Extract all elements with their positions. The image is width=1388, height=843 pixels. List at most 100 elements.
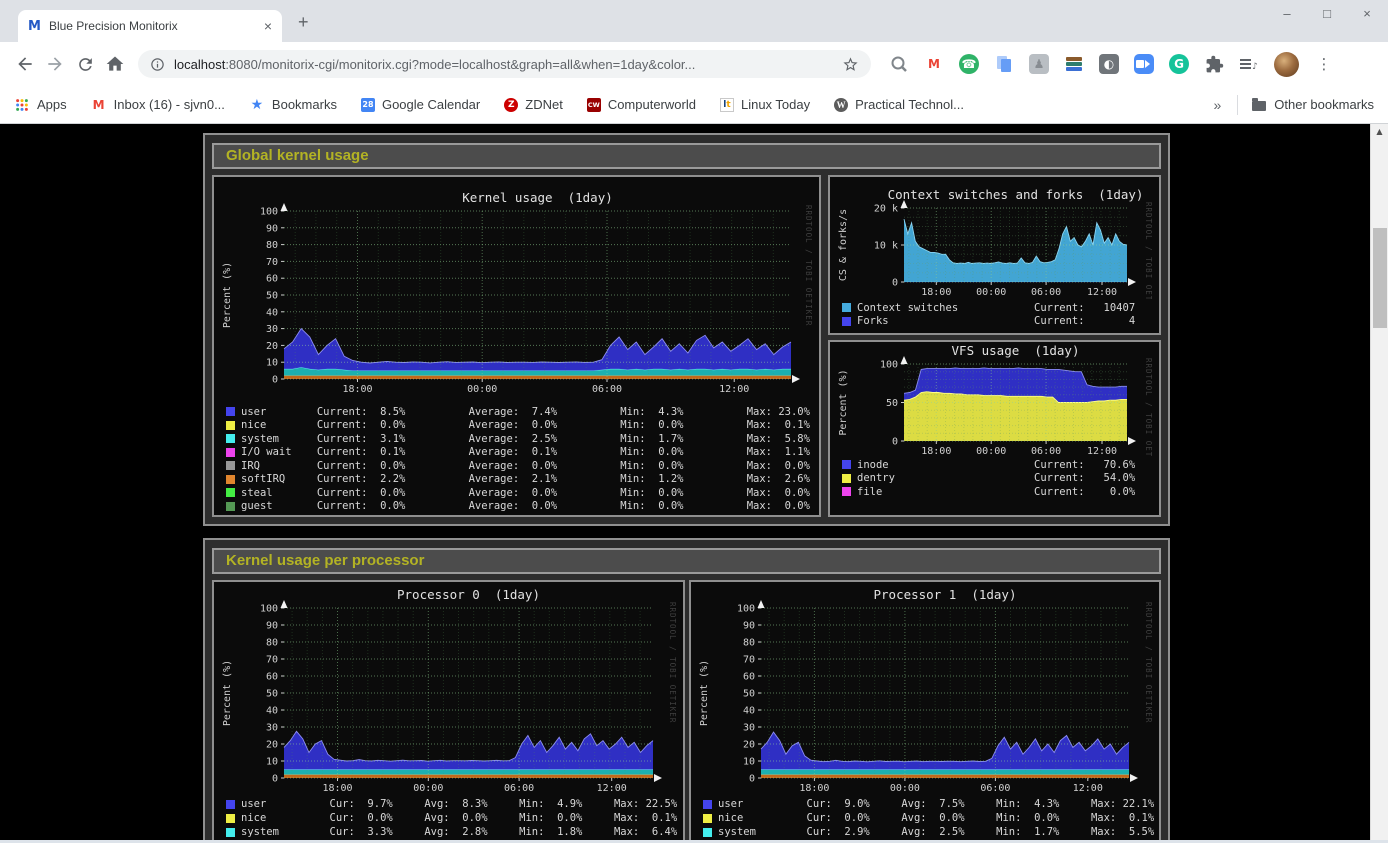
kernel-usage-graph[interactable]: 010203040506070809010018:0000:0006:0012:…	[212, 175, 821, 517]
legend-swatch	[703, 828, 712, 837]
processor-1-graph[interactable]: 010203040506070809010018:0000:0006:0012:…	[689, 580, 1161, 843]
voice-extension-icon[interactable]: ☎	[959, 54, 979, 74]
bookmark-label: ZDNet	[525, 97, 563, 112]
svg-text:0: 0	[892, 437, 898, 448]
vfs-usage-graph[interactable]: 05010018:0000:0006:0012:00VFS usage (1da…	[828, 340, 1161, 517]
scrollbar[interactable]: ▲	[1370, 124, 1388, 843]
svg-text:20: 20	[266, 740, 278, 751]
svg-text:Processor 0 (1day): Processor 0 (1day)	[397, 587, 540, 602]
legend-row: I/O wait Current: 0.1% Average: 0.1% Min…	[226, 446, 819, 460]
bookmark-apps[interactable]: Apps	[14, 97, 67, 113]
home-button[interactable]	[100, 49, 130, 79]
proc1-graph-image[interactable]: 010203040506070809010018:0000:0006:0012:…	[691, 582, 1159, 795]
window-close-button[interactable]: ×	[1360, 6, 1374, 21]
grammarly-extension-icon[interactable]: G	[1169, 54, 1189, 74]
svg-text:80: 80	[266, 240, 278, 251]
processor-0-graph[interactable]: 010203040506070809010018:0000:0006:0012:…	[212, 580, 685, 843]
svg-text:10 k: 10 k	[874, 241, 898, 252]
bookmark-zdnet[interactable]: ZZDNet	[504, 97, 563, 112]
browser-menu-icon[interactable]: ⋮	[1314, 54, 1334, 74]
svg-text:70: 70	[266, 257, 278, 268]
tab-close-icon[interactable]: ×	[264, 18, 272, 34]
bookmark-label: Apps	[37, 97, 67, 112]
url-path: :8080/monitorix-cgi/monitorix.cgi?mode=l…	[225, 57, 695, 72]
context-legend: Context switches Current: 10407Forks Cur…	[830, 301, 1159, 328]
night-mode-extension-icon[interactable]: ◐	[1099, 54, 1119, 74]
kernel-graph-image[interactable]: 010203040506070809010018:0000:0006:0012:…	[214, 177, 819, 403]
new-tab-button[interactable]: +	[298, 12, 309, 33]
reading-list-extension-icon[interactable]: ♪	[1239, 54, 1259, 74]
extensions-puzzle-icon[interactable]	[1204, 54, 1224, 74]
section-header-global: Global kernel usage	[212, 143, 1161, 169]
browser-tab[interactable]: M Blue Precision Monitorix ×	[18, 10, 282, 42]
svg-text:RRDTOOL / TOBI OETIKER: RRDTOOL / TOBI OETIKER	[1144, 202, 1153, 299]
search-extension-icon[interactable]	[889, 54, 909, 74]
bookmark-linux-today[interactable]: ltLinux Today	[720, 97, 810, 112]
bookmark-bookmarks[interactable]: ★ Bookmarks	[249, 97, 337, 113]
page-content: Global kernel usage 01020304050607080901…	[0, 124, 1388, 843]
books-extension-icon[interactable]	[1064, 54, 1084, 74]
proc1-legend: user Cur: 9.0% Avg: 7.5% Min: 4.3% Max: …	[691, 797, 1159, 843]
copy-pages-extension-icon[interactable]	[994, 54, 1014, 74]
gmail-extension-icon[interactable]: M	[924, 54, 944, 74]
legend-swatch	[226, 814, 235, 823]
svg-text:00:00: 00:00	[890, 783, 920, 794]
bookmark-star-icon[interactable]	[842, 56, 859, 73]
reload-button[interactable]	[70, 49, 100, 79]
vfs-graph-image[interactable]: 05010018:0000:0006:0012:00VFS usage (1da…	[830, 342, 1159, 456]
svg-text:00:00: 00:00	[976, 446, 1006, 456]
calendar-favicon: 28	[361, 98, 375, 112]
bookmark-computerworld[interactable]: CWComputerworld	[587, 97, 696, 112]
legend-swatch	[226, 407, 235, 416]
svg-text:30: 30	[266, 723, 278, 734]
svg-text:18:00: 18:00	[921, 287, 951, 298]
page-info-icon[interactable]	[150, 57, 165, 72]
svg-text:Percent (%): Percent (%)	[838, 369, 849, 435]
section-global-kernel: Global kernel usage 01020304050607080901…	[203, 133, 1170, 526]
video-camera-extension-icon[interactable]	[1134, 54, 1154, 74]
star-favicon: ★	[249, 97, 265, 113]
forward-button[interactable]	[40, 49, 70, 79]
svg-text:Percent (%): Percent (%)	[222, 262, 233, 328]
legend-text: system Cur: 3.3% Avg: 2.8% Min: 1.8% Max…	[241, 826, 677, 838]
legend-text: system Cur: 2.9% Avg: 2.5% Min: 1.7% Max…	[718, 826, 1154, 838]
scrollbar-thumb[interactable]	[1373, 228, 1387, 328]
back-button[interactable]	[10, 49, 40, 79]
bookmarks-overflow-icon[interactable]: »	[1214, 97, 1222, 113]
tab-strip: M Blue Precision Monitorix × + – □ ×	[0, 0, 1388, 42]
svg-text:0: 0	[272, 375, 278, 386]
legend-text: nice Cur: 0.0% Avg: 0.0% Min: 0.0% Max: …	[241, 812, 677, 824]
apps-favicon	[14, 97, 30, 113]
bookmark-inbox[interactable]: MInbox (16) - sjvn0...	[91, 97, 225, 113]
svg-text:100: 100	[880, 360, 898, 371]
svg-text:10: 10	[743, 757, 755, 768]
legend-text: nice Cur: 0.0% Avg: 0.0% Min: 0.0% Max: …	[718, 812, 1154, 824]
url-text[interactable]: localhost:8080/monitorix-cgi/monitorix.c…	[174, 57, 833, 72]
bookmark-label: Bookmarks	[272, 97, 337, 112]
proc0-graph-image[interactable]: 010203040506070809010018:0000:0006:0012:…	[214, 582, 683, 795]
svg-text:100: 100	[260, 207, 278, 218]
svg-text:20: 20	[266, 341, 278, 352]
profile-avatar[interactable]	[1274, 52, 1299, 77]
person-extension-icon[interactable]: ♟	[1029, 54, 1049, 74]
address-bar[interactable]: localhost:8080/monitorix-cgi/monitorix.c…	[138, 50, 871, 78]
legend-text: guest Current: 0.0% Average: 0.0% Min: 0…	[241, 500, 810, 512]
legend-swatch	[226, 488, 235, 497]
maximize-button[interactable]: □	[1320, 6, 1334, 21]
context-graph-image[interactable]: 010 k20 k18:0000:0006:0012:00Context swi…	[830, 177, 1159, 299]
other-bookmarks-button[interactable]: Other bookmarks	[1274, 97, 1374, 112]
svg-text:Percent (%): Percent (%)	[699, 660, 710, 726]
wp-favicon: W	[834, 98, 848, 112]
scroll-up-button[interactable]: ▲	[1371, 124, 1388, 140]
bookmark-google-calendar[interactable]: 28Google Calendar	[361, 97, 480, 112]
svg-text:100: 100	[260, 604, 278, 615]
minimize-button[interactable]: –	[1280, 6, 1294, 21]
svg-text:06:00: 06:00	[1031, 287, 1061, 298]
legend-row: system Cur: 3.3% Avg: 2.8% Min: 1.8% Max…	[226, 825, 683, 839]
bookmark-practical-tech[interactable]: WPractical Technol...	[834, 97, 964, 112]
context-switches-graph[interactable]: 010 k20 k18:0000:0006:0012:00Context swi…	[828, 175, 1161, 335]
legend-row: IRQ Current: 0.0% Average: 0.0% Min: 0.0…	[226, 459, 819, 473]
legend-row: dentry Current: 54.0%	[842, 472, 1159, 486]
svg-text:Kernel usage (1day): Kernel usage (1day)	[462, 190, 613, 205]
legend-swatch	[703, 814, 712, 823]
